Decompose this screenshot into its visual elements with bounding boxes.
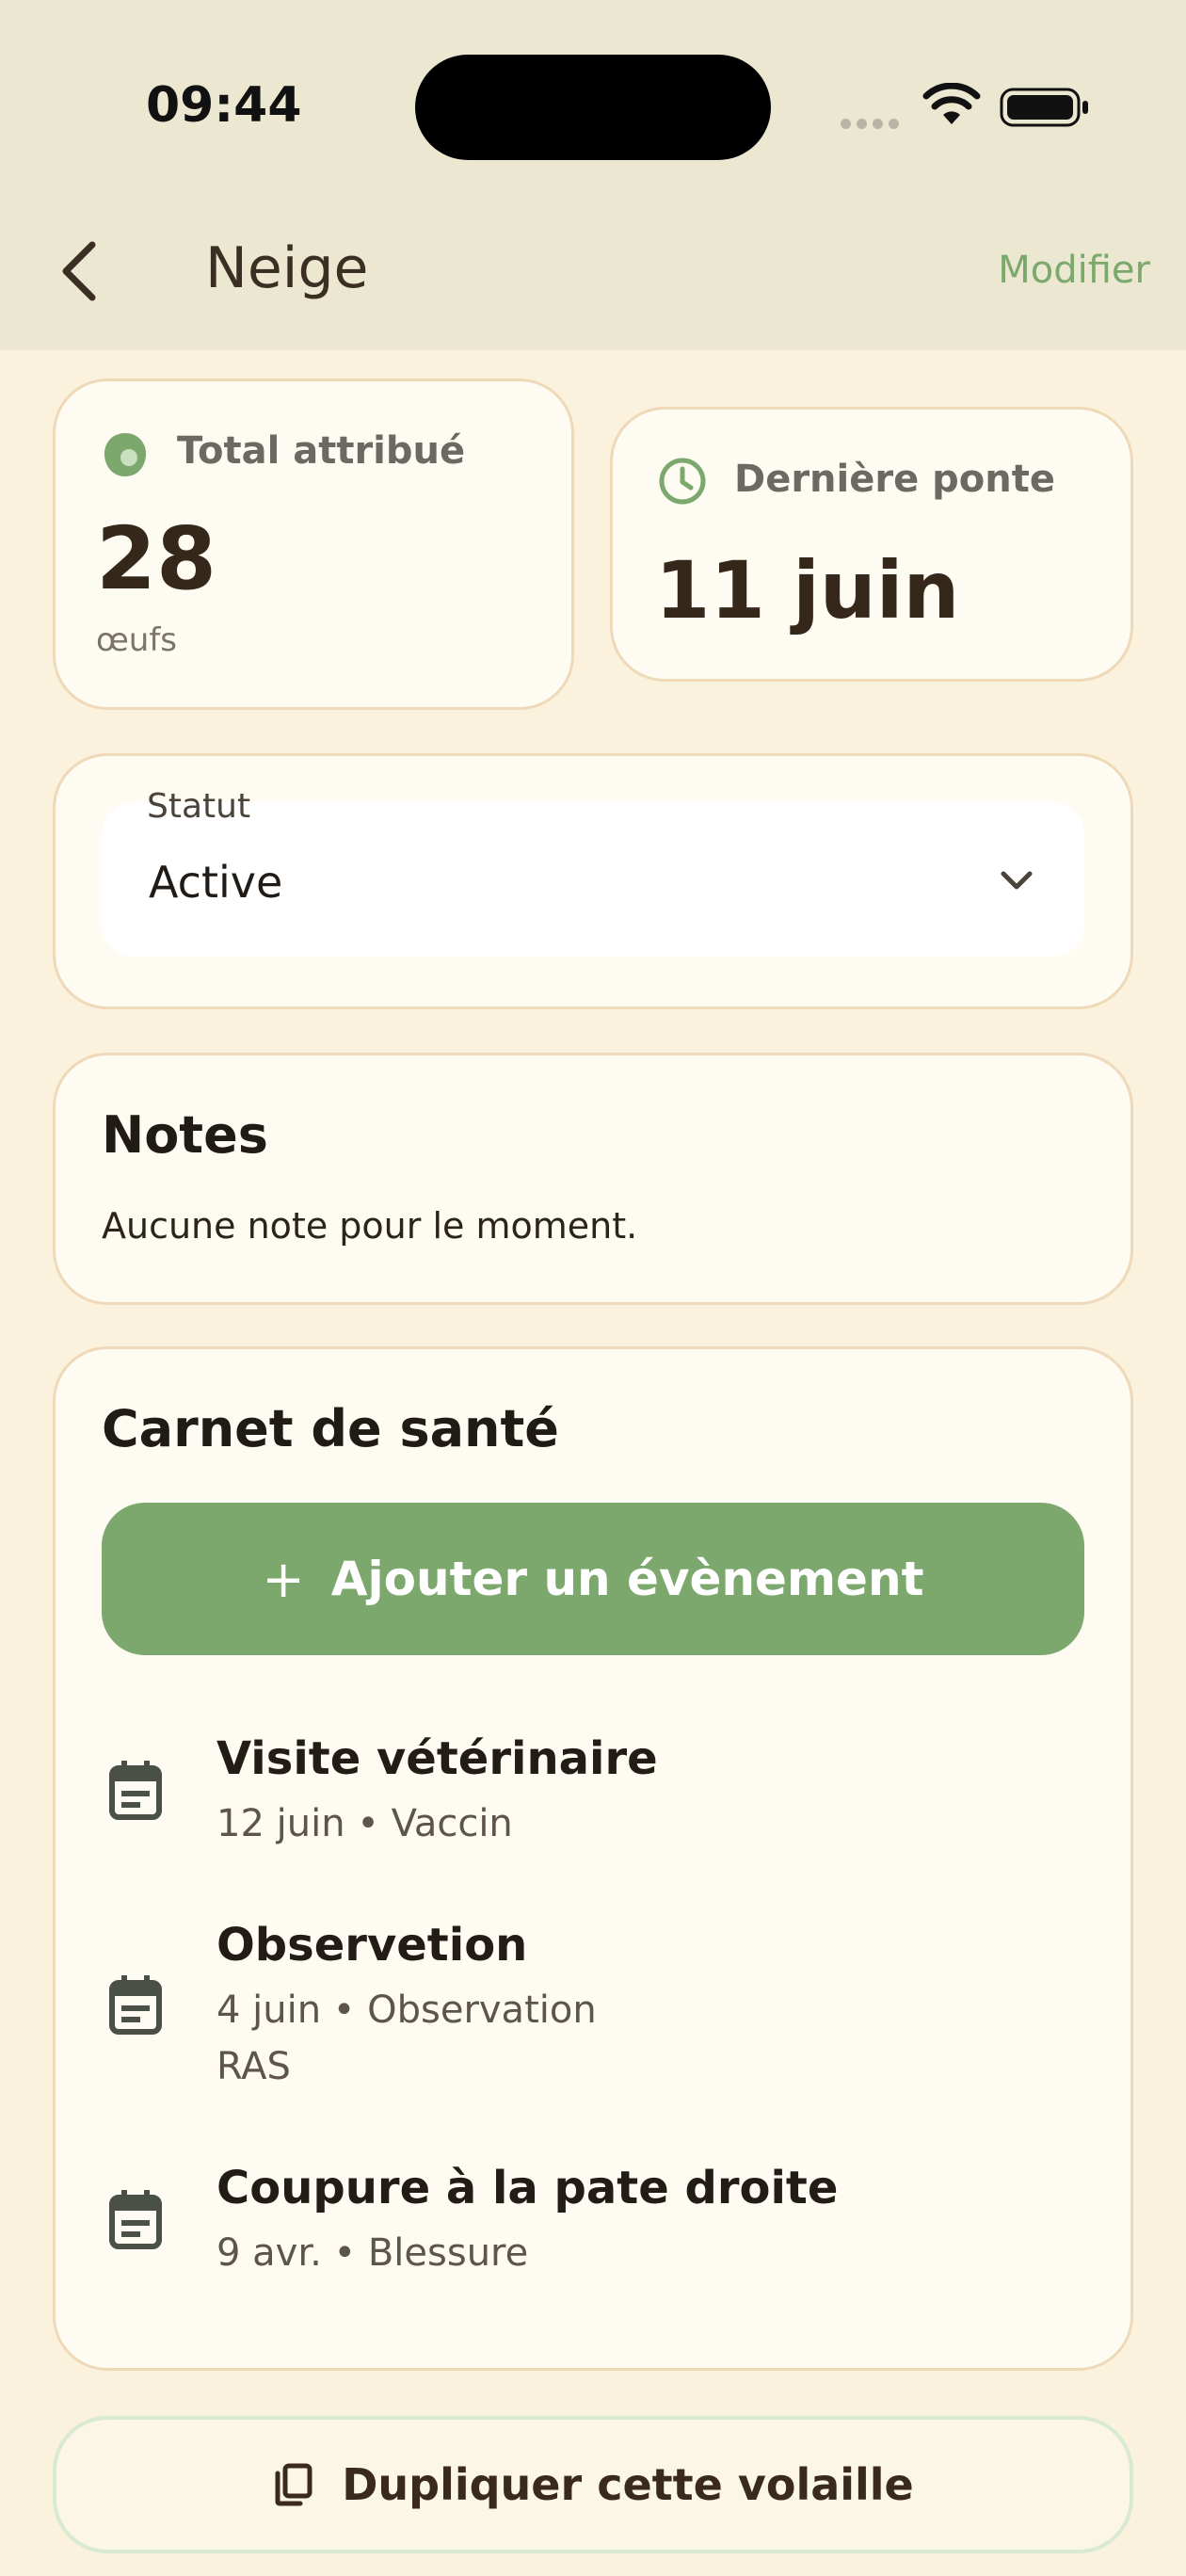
back-button[interactable] (55, 233, 104, 309)
notes-text: Aucune note pour le moment. (102, 1205, 638, 1247)
event-note: RAS (216, 2045, 291, 2088)
wifi-icon (922, 83, 981, 124)
notes-card (53, 1053, 1133, 1305)
add-event-label: Ajouter un évènement (330, 1552, 924, 1606)
event-title: Coupure à la pate droite (216, 2162, 839, 2214)
health-title: Carnet de santé (102, 1399, 559, 1458)
duplicate-label: Dupliquer cette volaille (342, 2459, 914, 2510)
event-title: Observetion (216, 1919, 528, 1972)
duplicate-button[interactable]: Dupliquer cette volaille (53, 2416, 1133, 2553)
edit-button[interactable]: Modifier (998, 249, 1150, 292)
copy-icon (275, 2463, 313, 2506)
clock-icon (659, 458, 706, 505)
total-stat-value: 28 (96, 508, 217, 609)
total-stat-label: Total attribué (177, 429, 466, 473)
plus-icon: + (262, 1549, 305, 1609)
calendar-icon (109, 1761, 162, 1820)
event-meta: 4 juin • Observation (216, 1988, 597, 2032)
page-title: Neige (205, 235, 369, 301)
add-event-button[interactable]: + Ajouter un évènement (102, 1503, 1084, 1655)
status-select-label: Statut (147, 787, 251, 826)
last-lay-stat-value: 11 juin (655, 544, 960, 636)
chevron-down-icon (1001, 871, 1033, 890)
cellular-signal-icon (841, 115, 905, 133)
calendar-icon (109, 1975, 162, 2035)
event-title: Visite vétérinaire (216, 1732, 658, 1785)
health-card (53, 1346, 1133, 2371)
last-lay-stat-label: Dernière ponte (734, 458, 1055, 501)
status-select-value: Active (149, 857, 283, 908)
calendar-icon (109, 2190, 162, 2249)
dynamic-island (415, 55, 771, 160)
event-meta: 12 juin • Vaccin (216, 1802, 513, 1845)
battery-icon (1000, 88, 1088, 127)
event-meta: 9 avr. • Blessure (216, 2231, 529, 2275)
notes-title: Notes (102, 1105, 268, 1165)
total-stat-unit: œufs (96, 621, 178, 659)
status-time: 09:44 (146, 77, 302, 134)
egg-icon (104, 433, 147, 476)
